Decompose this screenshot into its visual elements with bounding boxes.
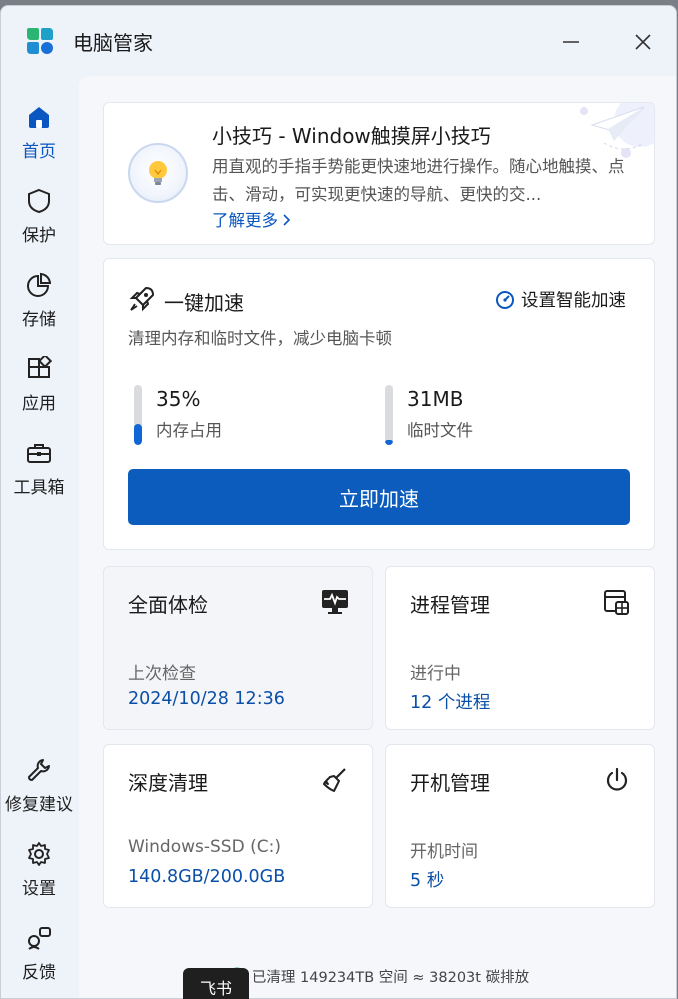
- tip-card[interactable]: 小技巧 - Window触摸屏小技巧 用直观的手指手势能更快速地进行操作。随心地…: [103, 102, 655, 245]
- temp-meter: 31MB 临时文件: [385, 383, 585, 447]
- power-icon: [602, 765, 632, 795]
- wrench-icon: [25, 756, 53, 784]
- tile-startup-manager[interactable]: 开机管理 开机时间 5 秒: [385, 744, 655, 908]
- tile-value: 12 个进程: [410, 693, 491, 713]
- apps-icon: [25, 355, 53, 383]
- sidebar-item-label: 保护: [22, 226, 56, 246]
- process-window-icon: [602, 587, 632, 617]
- tile-full-check[interactable]: 全面体检 上次检查 2024/10/28 12:36: [103, 566, 373, 730]
- minimize-icon: [563, 41, 579, 43]
- boost-button[interactable]: 立即加速: [128, 469, 630, 525]
- tile-label: 开机时间: [410, 842, 478, 862]
- sidebar-item-toolbox[interactable]: 工具箱: [1, 439, 77, 509]
- tile-deep-clean[interactable]: 深度清理 Windows-SSD (C:) 140.8GB/200.0GB: [103, 744, 373, 908]
- feedback-icon: [25, 924, 53, 952]
- speedup-title: 一键加速: [164, 291, 244, 315]
- tile-title: 进程管理: [410, 593, 490, 617]
- close-icon: [635, 34, 651, 50]
- taskbar-tooltip: 飞书: [183, 968, 249, 999]
- sidebar-item-settings[interactable]: 设置: [1, 840, 77, 910]
- app-logo-icon: [27, 28, 53, 54]
- monitor-pulse-icon: [320, 587, 350, 617]
- memory-bar-fill: [134, 424, 142, 445]
- home-icon: [25, 103, 53, 131]
- speedup-description: 清理内存和临时文件，减少电脑卡顿: [128, 329, 392, 348]
- main-content: 小技巧 - Window触摸屏小技巧 用直观的手指手势能更快速地进行操作。随心地…: [79, 76, 676, 998]
- tile-label: 进行中: [410, 664, 461, 684]
- sidebar-item-label: 反馈: [22, 963, 56, 983]
- tile-title: 开机管理: [410, 771, 490, 795]
- memory-label: 内存占用: [156, 421, 222, 440]
- smart-speedup-link[interactable]: 设置智能加速: [495, 287, 626, 312]
- tile-value: 2024/10/28 12:36: [128, 689, 285, 709]
- sidebar-item-feedback[interactable]: 反馈: [1, 924, 77, 994]
- sidebar-item-label: 设置: [22, 879, 56, 899]
- memory-bar: [134, 385, 142, 445]
- tile-title: 深度清理: [128, 771, 208, 795]
- sidebar-item-label: 存储: [22, 310, 56, 330]
- app-title: 电脑管家: [73, 31, 153, 55]
- chevron-right-icon: [283, 214, 291, 226]
- tip-description: 用直观的手指手势能更快速地进行操作。随心地触摸、点击、滑动，可实现更快速的导航、…: [212, 157, 625, 204]
- cleaned-summary: 已清理 149234TB 空间 ≈ 38203t 碳排放: [79, 964, 676, 988]
- sidebar-item-home[interactable]: 首页: [1, 103, 77, 173]
- tile-label: Windows-SSD (C:): [128, 837, 281, 857]
- gear-icon: [25, 840, 53, 868]
- app-window: 电脑管家 首页 保护 存储 应用 工具箱 修复建议 设置 反馈 小技巧 - Wi…: [0, 5, 677, 999]
- sidebar-item-label: 修复建议: [5, 795, 73, 815]
- sidebar: 首页 保护 存储 应用 工具箱 修复建议 设置 反馈: [1, 76, 77, 998]
- toolbox-icon: [25, 439, 53, 467]
- title-bar: 电脑管家: [1, 6, 676, 76]
- close-button[interactable]: [625, 24, 661, 60]
- broom-icon: [320, 765, 350, 795]
- gauge-icon: [496, 290, 514, 309]
- temp-value: 31MB: [407, 387, 464, 411]
- tile-title: 全面体检: [128, 593, 208, 617]
- learn-more-label: 了解更多: [212, 211, 278, 230]
- shield-icon: [25, 187, 53, 215]
- pie-chart-icon: [25, 271, 53, 299]
- tile-value: 140.8GB/200.0GB: [128, 867, 286, 887]
- memory-value: 35%: [156, 387, 201, 411]
- tile-process-manager[interactable]: 进程管理 进行中 12 个进程: [385, 566, 655, 730]
- cleaned-summary-text: 已清理 149234TB 空间 ≈ 38203t 碳排放: [251, 969, 530, 986]
- sidebar-item-storage[interactable]: 存储: [1, 271, 77, 341]
- sidebar-item-label: 应用: [22, 394, 56, 414]
- sidebar-item-apps[interactable]: 应用: [1, 355, 77, 425]
- smart-speedup-label: 设置智能加速: [521, 291, 626, 311]
- sidebar-item-label: 首页: [22, 142, 56, 162]
- speedup-card: 一键加速 设置智能加速 清理内存和临时文件，减少电脑卡顿 35% 内存占用 31…: [103, 258, 655, 550]
- tile-label: 上次检查: [128, 664, 196, 684]
- temp-bar: [385, 385, 393, 445]
- sidebar-item-label: 工具箱: [13, 478, 65, 498]
- memory-meter: 35% 内存占用: [134, 383, 334, 447]
- learn-more-link[interactable]: 了解更多: [212, 207, 293, 231]
- minimize-button[interactable]: [553, 24, 589, 60]
- lightbulb-icon: [128, 143, 188, 203]
- tile-value: 5 秒: [410, 871, 445, 891]
- sidebar-item-protect[interactable]: 保护: [1, 187, 77, 257]
- temp-bar-fill: [385, 440, 393, 445]
- tip-title: 小技巧 - Window触摸屏小技巧: [212, 124, 491, 148]
- rocket-icon: [129, 287, 154, 312]
- sidebar-item-repair[interactable]: 修复建议: [1, 756, 77, 826]
- temp-label: 临时文件: [407, 421, 473, 440]
